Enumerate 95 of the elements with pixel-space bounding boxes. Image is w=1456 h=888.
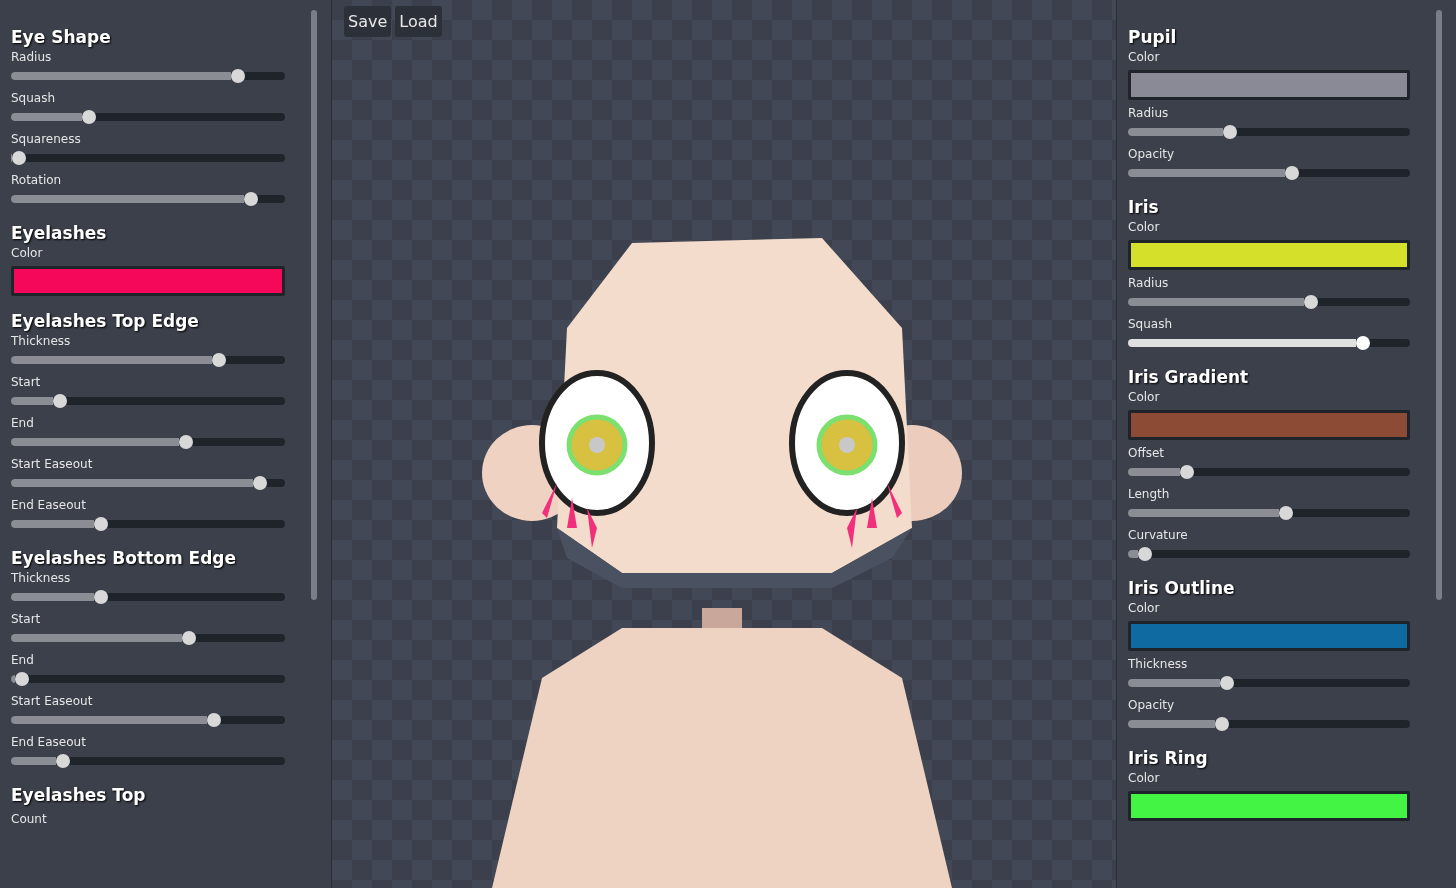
control-label: Offset: [1128, 445, 1165, 462]
slider-thumb[interactable]: [53, 394, 68, 408]
control-label: Squash: [11, 90, 56, 107]
slider-thumb[interactable]: [1215, 717, 1230, 731]
slider-track[interactable]: [11, 520, 285, 528]
color-swatch[interactable]: [1128, 791, 1410, 821]
control-label: Radius: [1128, 275, 1169, 292]
slider-track[interactable]: [11, 675, 285, 683]
slider-track[interactable]: [1128, 509, 1410, 517]
control-label: Start Easeout: [11, 456, 93, 473]
control-label: Radius: [11, 49, 52, 66]
slider-track[interactable]: [1128, 468, 1410, 476]
control-label: End: [11, 652, 34, 669]
toolbar-button[interactable]: Save: [344, 6, 392, 37]
slider-thumb[interactable]: [243, 192, 258, 206]
control-label: Color: [11, 245, 43, 262]
control-label: Opacity: [1128, 146, 1175, 163]
control-label: Rotation: [11, 172, 62, 189]
control-label: Thickness: [11, 570, 71, 587]
slider-track[interactable]: [11, 593, 285, 601]
control-label: Color: [1128, 49, 1160, 66]
slider-track[interactable]: [11, 113, 285, 121]
section-title: Eyelashes Top Edge: [11, 310, 199, 332]
slider-track[interactable]: [11, 634, 285, 642]
control-label: Curvature: [1128, 527, 1188, 544]
control-label: Thickness: [1128, 656, 1188, 673]
slider-thumb[interactable]: [1219, 676, 1234, 690]
color-swatch[interactable]: [1128, 240, 1410, 270]
slider-thumb[interactable]: [1304, 295, 1319, 309]
slider-thumb[interactable]: [253, 476, 268, 490]
slider-thumb[interactable]: [14, 672, 29, 686]
control-label: Color: [1128, 770, 1160, 787]
section-title: Iris Ring: [1128, 747, 1208, 769]
section-title: Eye Shape: [11, 26, 111, 48]
slider-track[interactable]: [1128, 169, 1410, 177]
section-title: Eyelashes: [11, 222, 107, 244]
slider-track[interactable]: [11, 438, 285, 446]
slider-track[interactable]: [11, 154, 285, 162]
control-label: Color: [1128, 219, 1160, 236]
3d-viewport[interactable]: Save Load: [332, 0, 1116, 888]
slider-thumb[interactable]: [1356, 336, 1371, 350]
section-title: Eyelashes Bottom Edge: [11, 547, 236, 569]
slider-thumb[interactable]: [12, 151, 27, 165]
slider-thumb[interactable]: [1222, 125, 1237, 139]
scrollbar[interactable]: [311, 10, 317, 600]
control-label: Squash: [1128, 316, 1173, 333]
control-label: Length: [1128, 486, 1170, 503]
control-label: Color: [1128, 389, 1160, 406]
scrollbar[interactable]: [1436, 10, 1442, 600]
section-title: Eyelashes Top: [11, 784, 146, 806]
slider-track[interactable]: [1128, 128, 1410, 136]
control-label: End: [11, 415, 34, 432]
slider-thumb[interactable]: [94, 517, 109, 531]
toolbar-button[interactable]: Load: [395, 6, 442, 37]
slider-thumb[interactable]: [1284, 166, 1299, 180]
control-label: Color: [1128, 600, 1160, 617]
control-label: Count: [11, 811, 47, 828]
section-title: Iris Gradient: [1128, 366, 1249, 388]
section-title: Iris Outline: [1128, 577, 1235, 599]
slider-track[interactable]: [11, 356, 285, 364]
slider-thumb[interactable]: [179, 435, 194, 449]
control-label: Opacity: [1128, 697, 1175, 714]
slider-thumb[interactable]: [182, 631, 197, 645]
section-title: Pupil: [1128, 26, 1177, 48]
section-title: Iris: [1128, 196, 1159, 218]
color-swatch[interactable]: [1128, 70, 1410, 100]
slider-thumb[interactable]: [231, 69, 246, 83]
control-label: Start Easeout: [11, 693, 93, 710]
slider-track[interactable]: [11, 397, 285, 405]
slider-track[interactable]: [11, 757, 285, 765]
slider-thumb[interactable]: [212, 353, 227, 367]
control-label: Radius: [1128, 105, 1169, 122]
slider-thumb[interactable]: [56, 754, 71, 768]
color-swatch[interactable]: [11, 266, 285, 296]
slider-thumb[interactable]: [1278, 506, 1293, 520]
slider-track[interactable]: [1128, 550, 1410, 558]
slider-track[interactable]: [1128, 339, 1410, 347]
slider-thumb[interactable]: [94, 590, 109, 604]
color-swatch[interactable]: [1128, 621, 1410, 651]
control-label: Start: [11, 611, 41, 628]
slider-track[interactable]: [11, 716, 285, 724]
slider-track[interactable]: [1128, 679, 1410, 687]
control-label: Thickness: [11, 333, 71, 350]
control-label: End Easeout: [11, 734, 86, 751]
control-label: Squareness: [11, 131, 81, 148]
control-label: Start: [11, 374, 41, 391]
slider-thumb[interactable]: [1137, 547, 1152, 561]
color-swatch[interactable]: [1128, 410, 1410, 440]
slider-thumb[interactable]: [1180, 465, 1195, 479]
slider-track[interactable]: [1128, 298, 1410, 306]
slider-track[interactable]: [1128, 720, 1410, 728]
control-label: End Easeout: [11, 497, 86, 514]
slider-track[interactable]: [11, 72, 285, 80]
slider-thumb[interactable]: [82, 110, 97, 124]
slider-thumb[interactable]: [206, 713, 221, 727]
